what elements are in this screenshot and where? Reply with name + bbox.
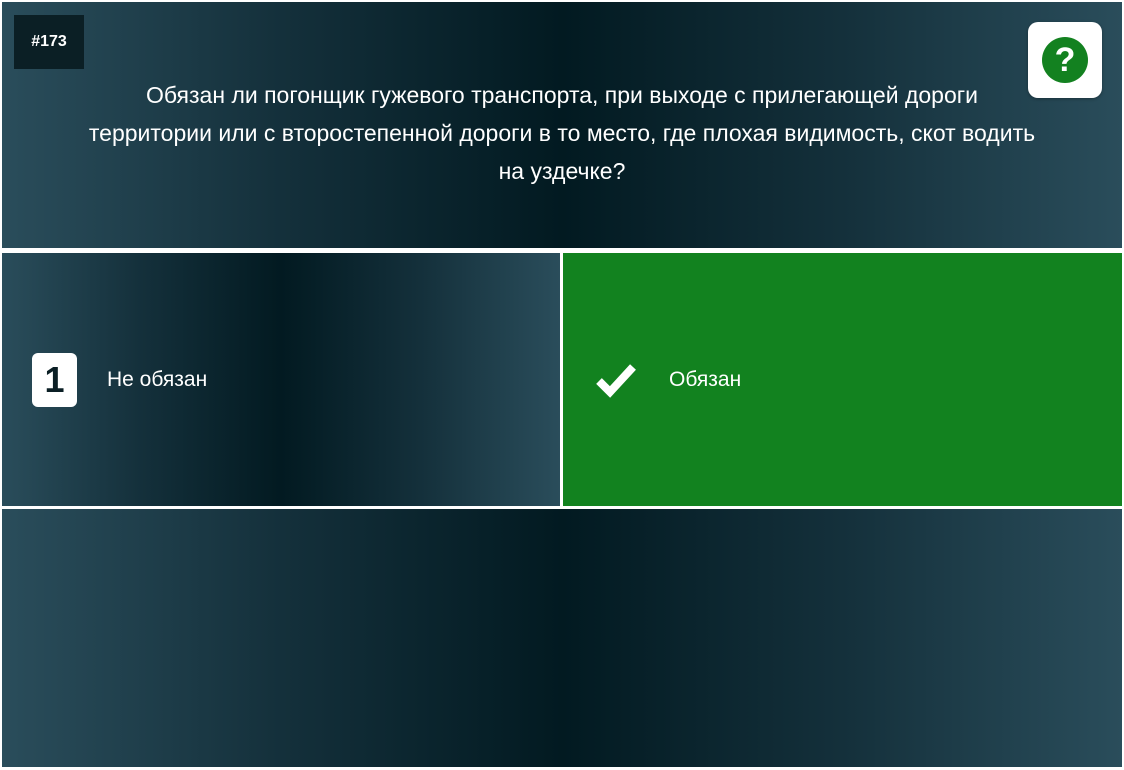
answer-label: Не обязан	[107, 367, 208, 391]
answer-number-badge: 1	[32, 352, 77, 407]
question-number: #173	[14, 15, 84, 69]
answer-label: Обязан	[669, 367, 742, 391]
question-text: Обязан ли погонщик гужевого транспорта, …	[88, 82, 1036, 184]
help-icon: ?	[1042, 37, 1088, 83]
answer-option-1[interactable]: 1 Не обязан	[2, 253, 560, 506]
bottom-panel	[2, 509, 1122, 767]
checkmark-icon	[593, 353, 639, 407]
question-panel: #173 ? Обязан ли погонщик гужевого транс…	[2, 2, 1122, 248]
quiz-app: #173 ? Обязан ли погонщик гужевого транс…	[0, 0, 1124, 770]
answer-option-2[interactable]: Обязан	[563, 253, 1122, 506]
